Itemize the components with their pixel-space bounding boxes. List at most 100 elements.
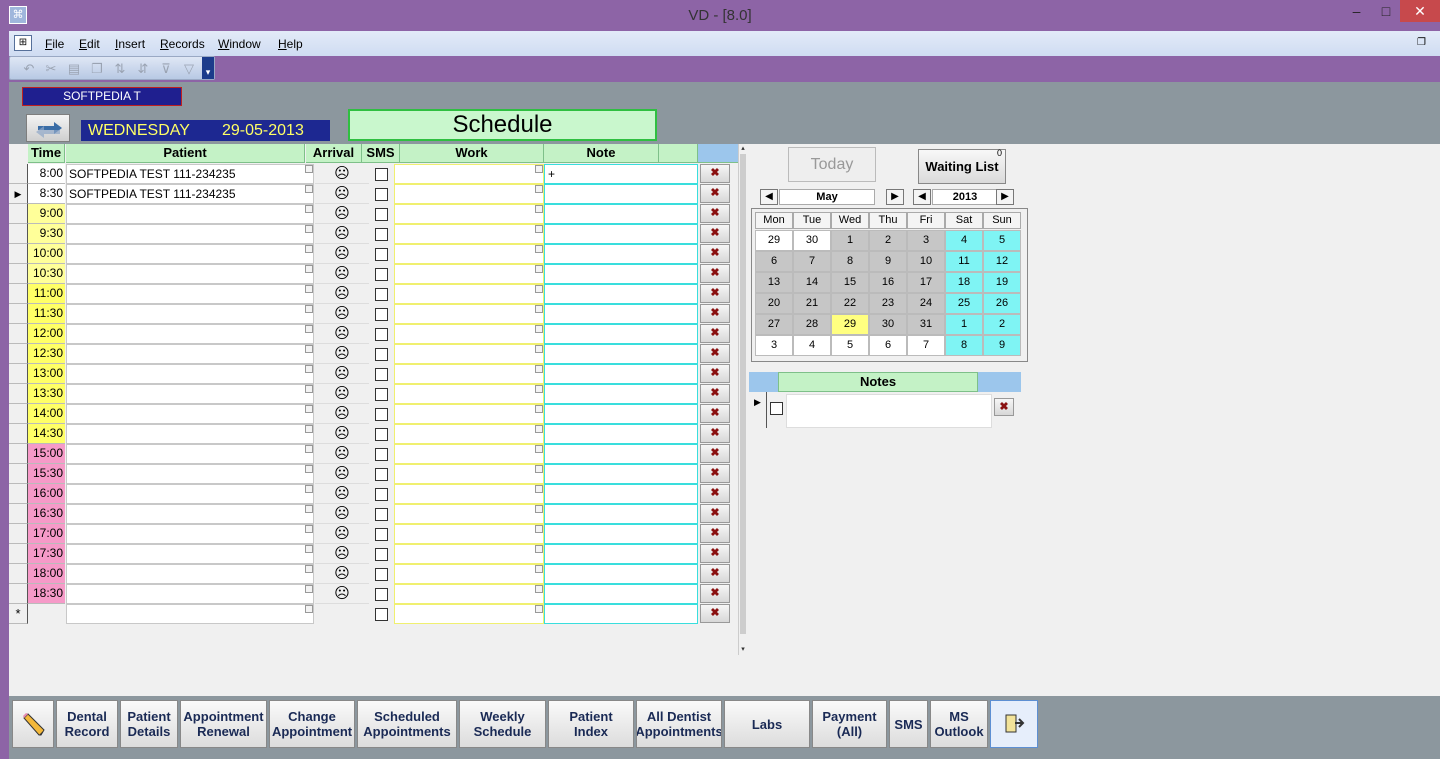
calendar-day[interactable]: 3 [907,230,945,251]
row-selector[interactable] [9,544,28,564]
arrival-sad-icon[interactable]: ☹ [315,404,369,424]
note-field[interactable] [544,444,698,464]
arrival-sad-icon[interactable]: ☹ [315,564,369,584]
row-selector[interactable] [9,364,28,384]
calendar-day[interactable]: 10 [907,251,945,272]
patient-field[interactable] [66,284,314,304]
arrival-sad-icon[interactable]: ☹ [315,584,369,604]
note-field[interactable]: + [544,164,698,184]
delete-row-button[interactable]: ✖ [700,324,730,343]
calendar-day[interactable]: 2 [983,314,1021,335]
edit-pencil-button[interactable] [12,700,54,748]
note-field[interactable] [544,604,698,624]
column-header-arrival[interactable]: Arrival [306,144,362,163]
today-button[interactable]: Today [788,147,876,182]
scroll-down-icon[interactable]: ▾ [739,645,747,655]
work-field[interactable] [394,444,544,464]
sms-checkbox[interactable] [375,308,388,321]
document-icon[interactable]: ⊞ [14,35,32,51]
calendar-day[interactable]: 4 [793,335,831,356]
work-field[interactable] [394,244,544,264]
note-field[interactable] [544,184,698,204]
sms-checkbox[interactable] [375,408,388,421]
month-field[interactable]: May [779,189,875,205]
notes-checkbox[interactable] [770,402,783,415]
scroll-up-icon[interactable]: ▴ [739,144,747,154]
sms-checkbox[interactable] [375,428,388,441]
calendar-day[interactable]: 28 [793,314,831,335]
sms-checkbox[interactable] [375,168,388,181]
calendar-day[interactable]: 16 [869,272,907,293]
dental-record-button[interactable]: Dental Record [56,700,118,748]
cut-icon[interactable]: ✂ [42,60,60,77]
note-field[interactable] [544,204,698,224]
work-field[interactable] [394,524,544,544]
work-field[interactable] [394,604,544,624]
filter-icon[interactable]: ▽ [180,60,198,77]
calendar-day[interactable]: 8 [831,251,869,272]
menu-edit[interactable]: Edit [79,37,100,51]
calendar-day[interactable]: 31 [907,314,945,335]
sms-checkbox[interactable] [375,568,388,581]
note-field[interactable] [544,484,698,504]
delete-row-button[interactable]: ✖ [700,484,730,503]
arrival-sad-icon[interactable]: ☹ [315,244,369,264]
all-dentist-appointments-button[interactable]: All Dentist Appointments [636,700,722,748]
calendar-day[interactable]: 17 [907,272,945,293]
arrival-sad-icon[interactable]: ☹ [315,324,369,344]
sms-checkbox[interactable] [375,588,388,601]
calendar-day[interactable]: 30 [869,314,907,335]
work-field[interactable] [394,204,544,224]
note-field[interactable] [544,224,698,244]
note-field[interactable] [544,344,698,364]
row-selector[interactable] [9,324,28,344]
calendar-day[interactable]: 25 [945,293,983,314]
patient-field[interactable]: SOFTPEDIA TEST 111-234235 [66,164,314,184]
row-selector[interactable] [9,424,28,444]
delete-row-button[interactable]: ✖ [700,504,730,523]
patient-field[interactable] [66,424,314,444]
arrival-sad-icon[interactable]: ☹ [315,304,369,324]
calendar-day[interactable]: 13 [755,272,793,293]
calendar-day[interactable]: 6 [755,251,793,272]
patient-field[interactable] [66,264,314,284]
calendar-day[interactable]: 20 [755,293,793,314]
sms-checkbox[interactable] [375,368,388,381]
work-field[interactable] [394,404,544,424]
waiting-list-button[interactable]: Waiting List 0 [918,148,1006,184]
note-field[interactable] [544,544,698,564]
work-field[interactable] [394,224,544,244]
menu-help[interactable]: Help [278,37,303,51]
sms-checkbox[interactable] [375,208,388,221]
menu-insert[interactable]: Insert [115,37,145,51]
patient-field[interactable] [66,524,314,544]
sms-checkbox[interactable] [375,388,388,401]
note-field[interactable] [544,324,698,344]
paste-icon[interactable]: ▤ [65,60,83,77]
patient-field[interactable] [66,324,314,344]
row-selector[interactable] [9,444,28,464]
calendar-day[interactable]: 6 [869,335,907,356]
delete-row-button[interactable]: ✖ [700,464,730,483]
row-selector[interactable] [9,344,28,364]
menu-window[interactable]: Window [218,37,261,51]
patient-field[interactable] [66,384,314,404]
refresh-button[interactable] [26,114,70,142]
work-field[interactable] [394,364,544,384]
copy-icon[interactable]: ❐ [88,60,106,77]
patient-field[interactable]: SOFTPEDIA TEST 111-234235 [66,184,314,204]
ms-outlook-button[interactable]: MS Outlook [930,700,988,748]
arrival-sad-icon[interactable]: ☹ [315,364,369,384]
sms-button[interactable]: SMS [889,700,928,748]
arrival-sad-icon[interactable]: ☹ [315,544,369,564]
note-field[interactable] [544,304,698,324]
calendar-day[interactable]: 14 [793,272,831,293]
scroll-thumb[interactable] [740,154,746,634]
note-field[interactable] [544,584,698,604]
delete-row-button[interactable]: ✖ [700,444,730,463]
sms-checkbox[interactable] [375,548,388,561]
notes-row-selector[interactable]: ▶ [749,392,767,428]
note-field[interactable] [544,284,698,304]
calendar-day[interactable]: 1 [831,230,869,251]
sort-descending-icon[interactable]: ⇵ [134,60,152,77]
